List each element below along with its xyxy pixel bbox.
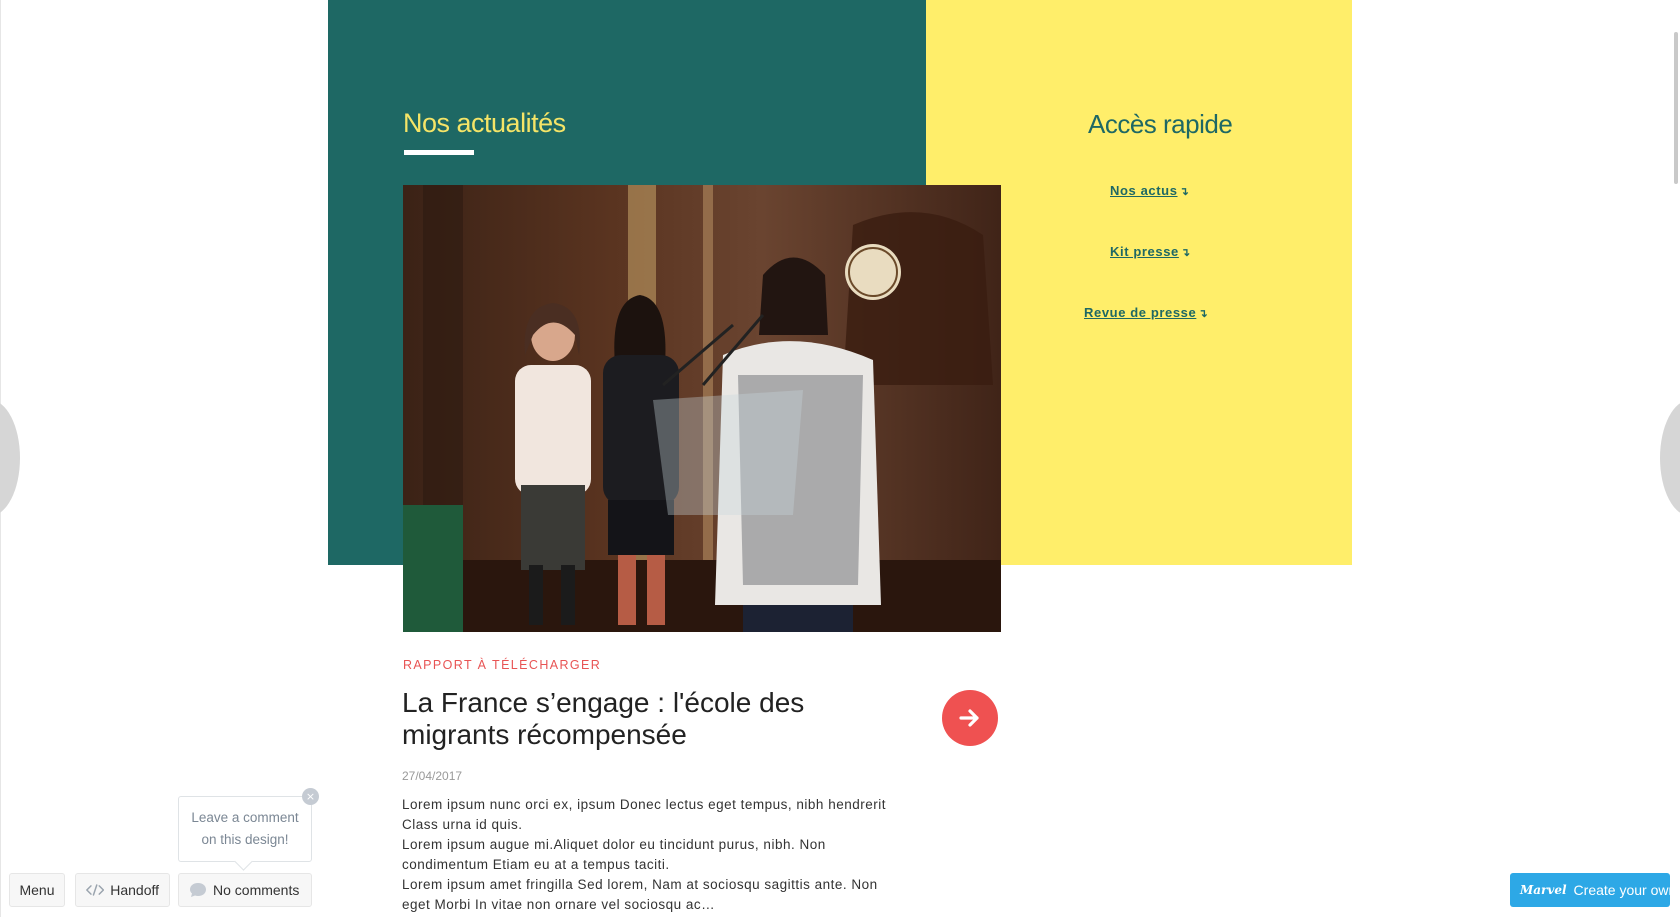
read-article-button[interactable] bbox=[942, 690, 998, 746]
next-screen-handle[interactable] bbox=[1660, 400, 1680, 516]
arrow-right-icon bbox=[959, 709, 979, 727]
previous-screen-handle[interactable] bbox=[0, 400, 20, 516]
article-title[interactable]: La France s’engage : l'école des migrant… bbox=[402, 687, 872, 751]
comment-tooltip: Leave a comment on this design! bbox=[178, 796, 312, 862]
handoff-button-label: Handoff bbox=[110, 882, 159, 898]
close-icon[interactable]: × bbox=[302, 788, 319, 805]
quick-link-revue-de-presse[interactable]: Revue de presse ↴ bbox=[1084, 305, 1208, 320]
quick-link-label: Revue de presse bbox=[1084, 305, 1197, 320]
comments-button[interactable]: No comments bbox=[178, 873, 312, 907]
article-date: 27/04/2017 bbox=[402, 769, 463, 783]
down-right-arrow-icon: ↴ bbox=[1180, 247, 1191, 259]
create-button-label: Create your own bbox=[1573, 882, 1677, 898]
excerpt-paragraph: Lorem ipsum amet fringilla Sed lorem, Na… bbox=[402, 877, 878, 912]
create-your-own-button[interactable]: Marvel Create your own bbox=[1510, 873, 1676, 907]
menu-button-label: Menu bbox=[19, 882, 55, 898]
speech-bubble-icon bbox=[190, 883, 206, 897]
menu-button[interactable]: Menu bbox=[9, 873, 65, 907]
marvel-logo: Marvel bbox=[1520, 883, 1567, 897]
tooltip-line: Leave a comment bbox=[191, 810, 299, 825]
handoff-button[interactable]: Handoff bbox=[75, 873, 170, 907]
down-right-arrow-icon: ↴ bbox=[1198, 308, 1209, 320]
vertical-scrollbar[interactable] bbox=[1674, 32, 1678, 184]
down-right-arrow-icon: ↴ bbox=[1179, 186, 1190, 198]
quick-link-label: Nos actus bbox=[1110, 183, 1178, 198]
excerpt-paragraph: Lorem ipsum augue mi.Aliquet dolor eu ti… bbox=[402, 837, 826, 872]
news-heading-underline bbox=[404, 150, 474, 155]
excerpt-paragraph: Lorem ipsum nunc orci ex, ipsum Donec le… bbox=[402, 797, 886, 832]
quick-access-heading: Accès rapide bbox=[1088, 109, 1233, 139]
code-icon bbox=[86, 884, 105, 896]
article-photo bbox=[403, 185, 1001, 632]
quick-link-kit-presse[interactable]: Kit presse ↴ bbox=[1110, 244, 1191, 259]
tooltip-line: on this design! bbox=[201, 832, 289, 847]
news-heading: Nos actualités bbox=[403, 108, 566, 138]
quick-link-label: Kit presse bbox=[1110, 244, 1179, 259]
article-excerpt: Lorem ipsum nunc orci ex, ipsum Donec le… bbox=[402, 795, 902, 915]
quick-link-nos-actus[interactable]: Nos actus ↴ bbox=[1110, 183, 1189, 198]
comments-button-label: No comments bbox=[213, 882, 300, 898]
article-category: RAPPORT À TÉLÉCHARGER bbox=[403, 658, 602, 672]
marvel-prototype-viewer: Nos actualités Accès rapide Nos actus ↴ K… bbox=[0, 0, 1680, 917]
